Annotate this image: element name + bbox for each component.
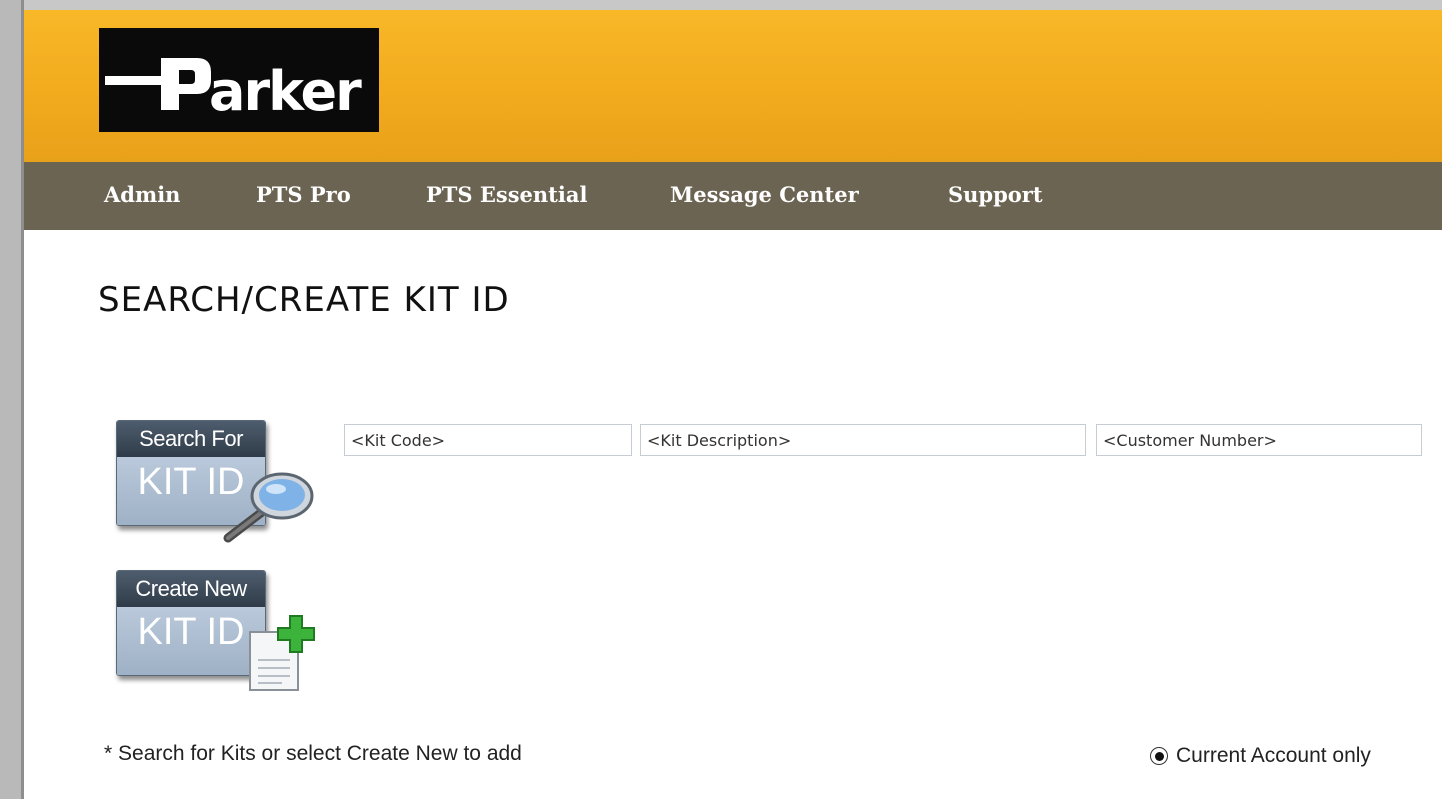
create-kit-id-button[interactable]: Create New KIT ID <box>116 570 316 694</box>
header-banner: arker <box>24 10 1442 162</box>
create-tile-bottom-label: KIT ID <box>117 607 265 675</box>
search-kit-id-button[interactable]: Search For KIT ID <box>116 420 316 544</box>
magnifier-icon <box>223 472 314 543</box>
window-frame-left <box>0 0 24 799</box>
current-account-radio[interactable] <box>1150 747 1168 765</box>
nav-item-message-center[interactable]: Message Center <box>670 182 859 207</box>
svg-text:arker: arker <box>209 60 362 123</box>
nav-item-admin[interactable]: Admin <box>104 182 180 207</box>
current-account-label: Current Account only <box>1176 744 1371 767</box>
window-frame-top <box>0 0 1442 10</box>
nav-item-pts-essential[interactable]: PTS Essential <box>426 182 587 207</box>
radio-selected-dot <box>1154 751 1164 761</box>
nav-item-support[interactable]: Support <box>948 182 1043 207</box>
add-document-icon <box>249 615 315 691</box>
parker-logo[interactable]: arker <box>99 28 379 132</box>
page-title: SEARCH/CREATE KIT ID <box>98 280 510 320</box>
kit-code-input[interactable] <box>344 424 632 456</box>
create-tile-box: Create New KIT ID <box>116 570 266 676</box>
create-tile-top-label: Create New <box>117 571 265 607</box>
kit-description-input[interactable] <box>640 424 1086 456</box>
customer-number-input[interactable] <box>1096 424 1422 456</box>
main-navigation: Admin PTS Pro PTS Essential Message Cent… <box>24 162 1442 230</box>
nav-item-pts-pro[interactable]: PTS Pro <box>256 182 351 207</box>
parker-logo-icon: arker <box>105 58 364 123</box>
instruction-note: * Search for Kits or select Create New t… <box>104 742 522 765</box>
current-account-only-option[interactable]: Current Account only <box>1150 744 1371 768</box>
search-tile-top-label: Search For <box>117 421 265 457</box>
